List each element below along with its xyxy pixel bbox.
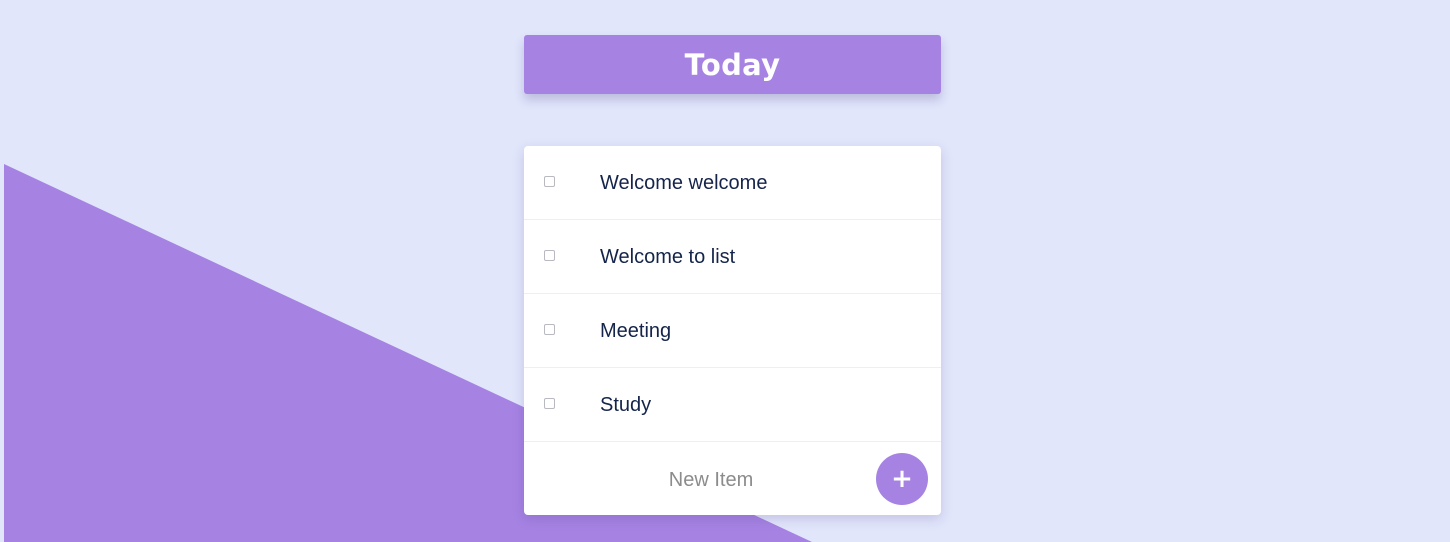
item-checkbox[interactable] <box>544 324 555 335</box>
item-checkbox[interactable] <box>544 398 555 409</box>
page-title: Today <box>684 47 781 82</box>
item-label: Welcome welcome <box>600 172 768 194</box>
list-item: Meeting <box>524 294 941 368</box>
list-item: Study <box>524 368 941 442</box>
plus-icon: + <box>891 464 913 494</box>
heading-box: Today <box>524 35 941 94</box>
list-item: Welcome welcome <box>524 146 941 220</box>
add-item-button[interactable]: + <box>876 453 928 505</box>
new-item-row: + <box>524 442 941 515</box>
item-label: Welcome to list <box>600 246 736 268</box>
item-checkbox[interactable] <box>544 176 555 187</box>
todo-list: Welcome welcome Welcome to list Meeting … <box>524 146 941 515</box>
item-label: Meeting <box>600 320 672 342</box>
item-label: Study <box>600 394 652 416</box>
item-checkbox[interactable] <box>544 250 555 261</box>
app-window: Today Welcome welcome Welcome to list Me… <box>4 5 1450 542</box>
list-item: Welcome to list <box>524 220 941 294</box>
new-item-input[interactable] <box>564 462 858 498</box>
